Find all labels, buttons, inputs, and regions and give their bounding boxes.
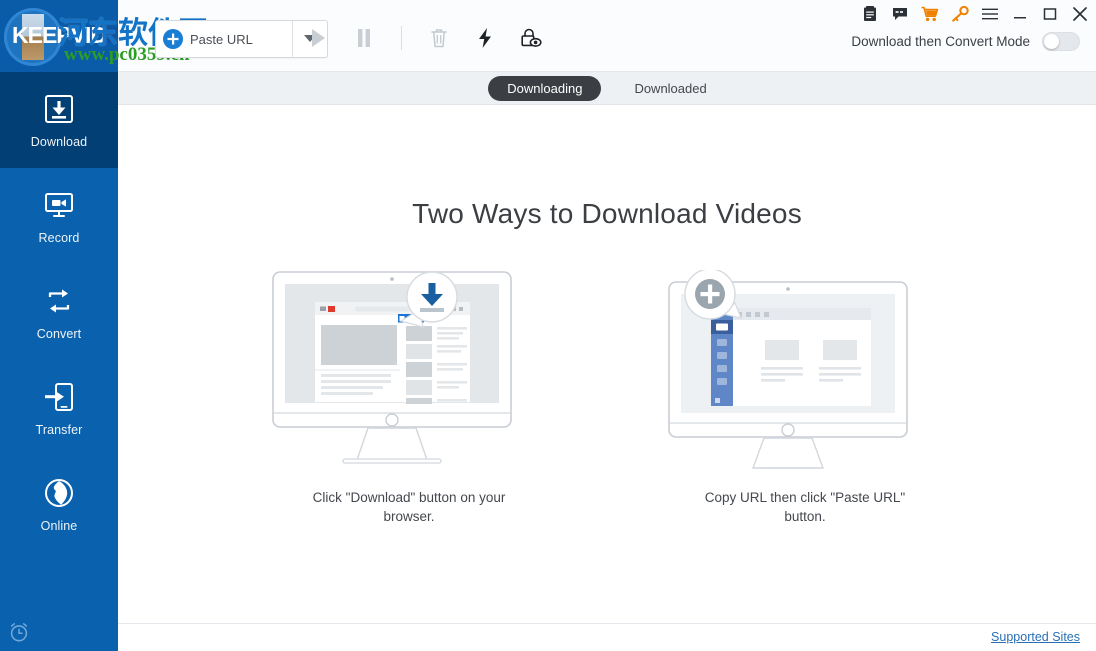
sidebar-item-download[interactable]: Download (0, 72, 118, 168)
window-controls (860, 3, 1090, 25)
play-icon[interactable] (305, 25, 331, 51)
menu-icon[interactable] (980, 4, 1000, 24)
paste-url-button[interactable]: Paste URL (156, 21, 292, 57)
sidebar-label-download: Download (30, 134, 88, 149)
sidebar-item-convert[interactable]: Convert (0, 264, 118, 360)
cart-icon[interactable] (920, 4, 940, 24)
plus-circle-icon (162, 28, 184, 50)
convert-mode-toggle[interactable] (1042, 32, 1080, 51)
sidebar-label-transfer: Transfer (35, 422, 83, 437)
feedback-icon[interactable] (890, 4, 910, 24)
sidebar-label-online: Online (40, 518, 78, 533)
sidebar-item-transfer[interactable]: Transfer (0, 360, 118, 456)
keepvid-pro-window: KEEPVIDPRO 河东软件园 www.pc0359.cn Paste URL (0, 0, 1096, 651)
main-content: Two Ways to Download Videos Click "Downl… (118, 105, 1096, 623)
card-caption-browser: Click "Download" button on your browser. (312, 490, 506, 524)
toolbar-divider (401, 26, 402, 50)
key-icon[interactable] (950, 4, 970, 24)
download-box-icon (42, 92, 76, 126)
globe-icon (42, 476, 76, 510)
toolbar-actions (305, 24, 544, 52)
logo-text-main: KEEPVID (12, 22, 107, 48)
app-logo: KEEPVIDPRO (0, 0, 118, 72)
sidebar: Download Record Convert Transfer Online (0, 72, 118, 651)
monitor-browser-download-illustration (269, 270, 549, 470)
tab-bar: Downloading Downloaded (118, 72, 1096, 105)
tab-downloading[interactable]: Downloading (488, 75, 602, 101)
card-browser-download: Click "Download" button on your browser. (269, 270, 549, 526)
logo-wordmark: KEEPVIDPRO (12, 22, 118, 49)
monitor-app-paste-illustration (665, 268, 945, 470)
page-title: Two Ways to Download Videos (412, 198, 802, 229)
supported-sites-link[interactable]: Supported Sites (991, 630, 1080, 644)
lock-eye-icon[interactable] (518, 25, 544, 51)
sidebar-label-convert: Convert (36, 326, 82, 341)
close-icon[interactable] (1070, 4, 1090, 24)
card-caption-paste: Copy URL then click "Paste URL" button. (704, 490, 906, 524)
maximize-icon[interactable] (1040, 4, 1060, 24)
minimize-icon[interactable] (1010, 4, 1030, 24)
paste-url-button-group[interactable]: Paste URL (155, 20, 328, 58)
paste-url-label: Paste URL (190, 31, 253, 47)
sidebar-item-online[interactable]: Online (0, 456, 118, 552)
card-paste-url: Copy URL then click "Paste URL" button. (665, 268, 945, 526)
alarm-clock-icon[interactable] (8, 621, 30, 643)
sidebar-label-record: Record (38, 230, 80, 245)
convert-mode-control[interactable]: Download then Convert Mode (851, 32, 1080, 51)
clipboard-icon[interactable] (860, 4, 880, 24)
convert-mode-label: Download then Convert Mode (851, 34, 1030, 49)
lightning-icon[interactable] (472, 25, 498, 51)
trash-icon[interactable] (426, 25, 452, 51)
empty-state-cards: Click "Download" button on your browser. (118, 268, 1096, 526)
tab-downloaded[interactable]: Downloaded (615, 76, 725, 101)
toggle-knob (1044, 34, 1059, 49)
logo-text-pro: PRO (105, 22, 118, 48)
pause-icon[interactable] (351, 25, 377, 51)
screen-record-icon (42, 188, 76, 222)
convert-loop-icon (42, 284, 76, 318)
sidebar-item-record[interactable]: Record (0, 168, 118, 264)
top-toolbar: KEEPVIDPRO 河东软件园 www.pc0359.cn Paste URL (0, 0, 1096, 72)
device-transfer-icon (42, 380, 76, 414)
footer-bar: Supported Sites (118, 623, 1096, 651)
